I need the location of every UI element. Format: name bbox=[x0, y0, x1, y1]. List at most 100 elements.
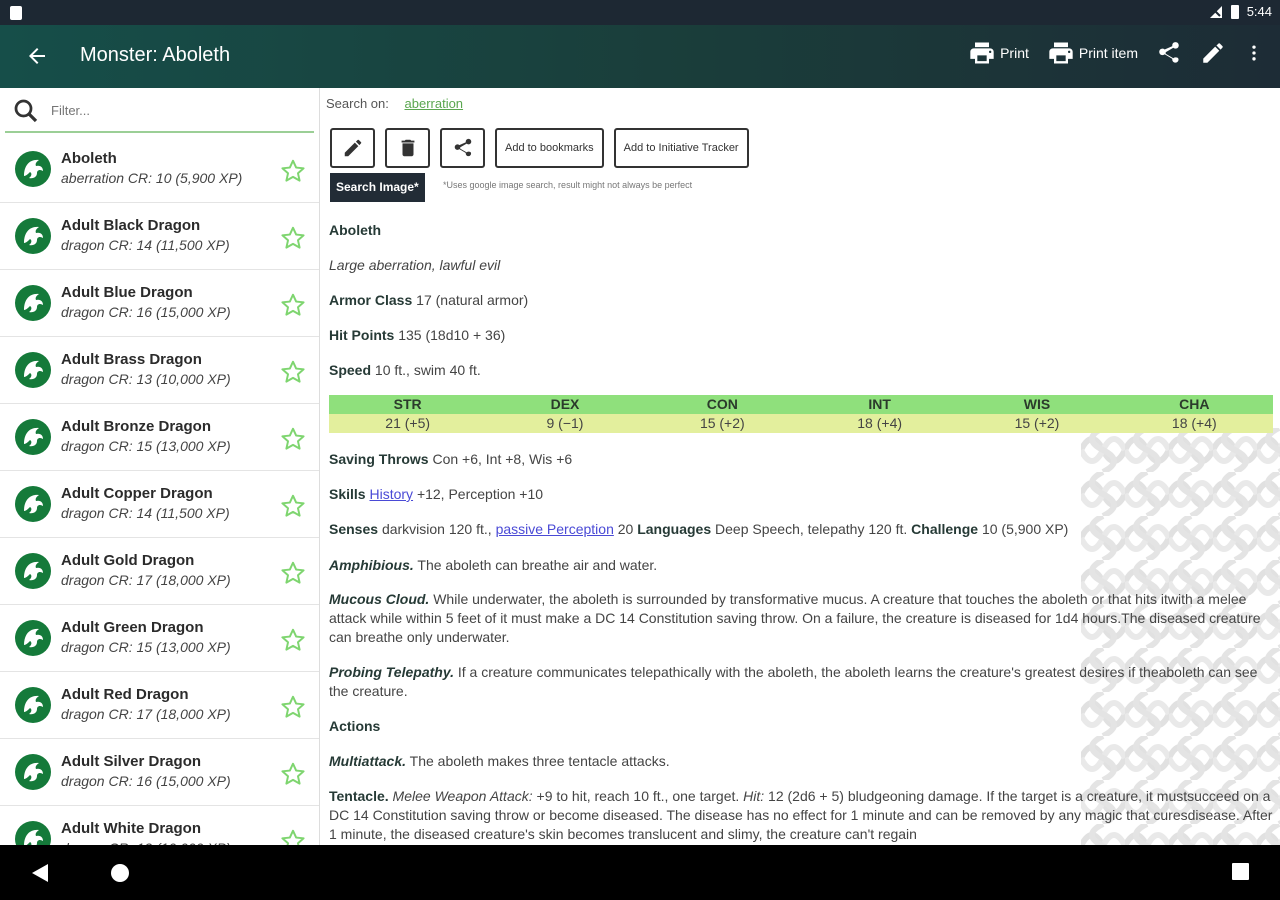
monster-cr-label: dragon CR: 17 (18,000 XP) bbox=[61, 572, 231, 588]
favorite-star-icon[interactable] bbox=[280, 225, 306, 251]
page-title: Monster: Aboleth bbox=[80, 44, 231, 66]
status-time: 5:44 bbox=[1246, 4, 1272, 19]
trait-probing-telepathy: Probing Telepathy. If a creature communi… bbox=[329, 664, 1258, 699]
ability-value-cell: 21 (+5) bbox=[385, 415, 431, 431]
status-bar: 5:44 bbox=[0, 0, 1280, 25]
print-item-button[interactable]: Print item bbox=[1047, 39, 1138, 67]
printer-icon bbox=[970, 42, 994, 64]
monster-cr-label: dragon CR: 14 (11,500 XP) bbox=[61, 237, 230, 253]
skills: Skills History +12, Perception +10 bbox=[329, 486, 544, 502]
search-image-button[interactable]: Search Image* bbox=[330, 173, 425, 202]
monster-name-label: Adult Black Dragon bbox=[61, 217, 201, 234]
ability-value-cell: 15 (+2) bbox=[699, 415, 745, 431]
overflow-menu-button[interactable] bbox=[1244, 40, 1264, 66]
monster-name: Aboleth bbox=[329, 222, 382, 238]
delete-monster-button[interactable] bbox=[385, 128, 430, 168]
monster-list-item[interactable]: Adult White Dragondragon CR: 13 (10,000 … bbox=[0, 806, 319, 845]
monster-list-item[interactable]: Adult Green Dragon dragon CR: 15 (13,000 … bbox=[0, 605, 319, 672]
nav-recents-icon[interactable] bbox=[1232, 863, 1249, 880]
monster-name-label: Adult Green Dragon bbox=[61, 619, 204, 636]
trait-mucous-cloud: Mucous Cloud. While underwater, the abol… bbox=[329, 591, 1261, 645]
back-arrow-icon[interactable] bbox=[22, 41, 52, 71]
pencil-icon bbox=[1203, 43, 1223, 63]
status-icons: 5:44 bbox=[1209, 4, 1272, 19]
ability-header-cell: WIS bbox=[1023, 396, 1051, 412]
favorite-star-icon[interactable] bbox=[280, 292, 306, 318]
saving-throws: Saving Throws Con +6, Int +8, Wis +6 bbox=[329, 451, 573, 467]
ability-header-row: STR DEX CON INT WIS CHA bbox=[329, 395, 1273, 414]
dragon-avatar-icon bbox=[15, 687, 51, 723]
passive-perception-link[interactable]: passive Perception bbox=[496, 521, 614, 537]
search-image-note: *Uses google image search, result might … bbox=[443, 180, 693, 190]
monster-cr-label: dragon CR: 15 (13,000 XP) bbox=[61, 639, 231, 655]
share-monster-button[interactable] bbox=[440, 128, 485, 168]
monster-list-item[interactable]: Aboleth aberration CR: 10 (5,900 XP) bbox=[0, 136, 319, 203]
monster-list-item[interactable]: Adult Red Dragon dragon CR: 17 (18,000 XP… bbox=[0, 672, 319, 739]
monster-name-label: Adult Blue Dragon bbox=[61, 284, 193, 301]
dragon-avatar-icon bbox=[15, 486, 51, 522]
monster-name-label: Adult Gold Dragon bbox=[61, 552, 195, 569]
favorite-star-icon[interactable] bbox=[280, 426, 306, 452]
monster-cr-label: dragon CR: 16 (15,000 XP) bbox=[61, 773, 231, 789]
monster-cr-label: dragon CR: 16 (15,000 XP) bbox=[61, 304, 231, 320]
favorite-star-icon[interactable] bbox=[280, 694, 306, 720]
nav-home-icon[interactable] bbox=[110, 863, 130, 883]
nav-back-icon[interactable] bbox=[31, 863, 49, 883]
speed: Speed 10 ft., swim 40 ft. bbox=[329, 362, 481, 378]
pencil-icon bbox=[344, 139, 361, 157]
add-initiative-button[interactable]: Add to Initiative Tracker bbox=[613, 128, 749, 168]
print-label: Print bbox=[1000, 45, 1029, 61]
filter-input[interactable] bbox=[51, 103, 301, 118]
share-button[interactable] bbox=[1156, 40, 1182, 66]
monster-list-item[interactable]: Adult Gold Dragon dragon CR: 17 (18,000 X… bbox=[0, 538, 319, 605]
monster-name-label: Aboleth bbox=[61, 150, 117, 167]
favorite-star-icon[interactable] bbox=[280, 158, 306, 184]
monster-type: Large aberration, lawful evil bbox=[329, 257, 501, 273]
more-vert-icon bbox=[1252, 45, 1256, 61]
ability-header-cell: INT bbox=[868, 396, 891, 412]
search-on-link[interactable]: aberration bbox=[405, 96, 464, 111]
system-nav-bar bbox=[0, 845, 1280, 900]
favorite-star-icon[interactable] bbox=[280, 828, 306, 845]
favorite-star-icon[interactable] bbox=[280, 560, 306, 586]
monster-list-item[interactable]: Adult Silver Dragon dragon CR: 16 (15,000… bbox=[0, 739, 319, 806]
monster-name-label: Adult Bronze Dragon bbox=[61, 418, 211, 435]
search-on-row: Search on: aberration bbox=[326, 96, 463, 111]
favorite-star-icon[interactable] bbox=[280, 627, 306, 653]
favorite-star-icon[interactable] bbox=[280, 493, 306, 519]
dragon-avatar-icon bbox=[15, 553, 51, 589]
ability-header-cell: CON bbox=[706, 396, 738, 412]
monster-list-item[interactable]: Adult Brass Dragon dragon CR: 13 (10,000 … bbox=[0, 337, 319, 404]
filter-bar bbox=[5, 88, 314, 133]
monster-name-label: Adult Silver Dragon bbox=[61, 753, 202, 770]
monster-cr-label: dragon CR: 14 (11,500 XP) bbox=[61, 505, 230, 521]
dragon-avatar-icon bbox=[15, 620, 51, 656]
ability-scores-table: STR DEX CON INT WIS CHA 21 (+5) 9 (−1) 15 (+2) 1… bbox=[329, 395, 1273, 433]
add-bookmark-button[interactable]: Add to bookmarks bbox=[495, 128, 604, 168]
favorite-star-icon[interactable] bbox=[280, 761, 306, 787]
monster-list-item[interactable]: Adult Copper Dragon dragon CR: 14 (11,500… bbox=[0, 471, 319, 538]
printer-icon bbox=[1049, 42, 1073, 64]
ability-header-cell: DEX bbox=[550, 396, 580, 412]
monster-list-item[interactable]: Adult Black Dragon dragon CR: 14 (11,500 … bbox=[0, 203, 319, 270]
dragon-avatar-icon bbox=[15, 352, 51, 388]
print-item-label: Print item bbox=[1078, 45, 1138, 61]
favorite-star-icon[interactable] bbox=[280, 359, 306, 385]
monster-name-label: Adult Brass Dragon bbox=[61, 351, 202, 368]
dragon-avatar-icon bbox=[15, 285, 51, 321]
print-button[interactable]: Print bbox=[968, 39, 1029, 67]
ability-value-cell: 18 (+4) bbox=[1171, 415, 1217, 431]
ability-value-cell: 9 (−1) bbox=[546, 415, 584, 431]
history-link[interactable]: History bbox=[369, 486, 413, 502]
edit-monster-button[interactable] bbox=[330, 128, 375, 168]
monster-list-item[interactable]: Adult Blue Dragon dragon CR: 16 (15,000 X… bbox=[0, 270, 319, 337]
edit-button[interactable] bbox=[1200, 40, 1226, 66]
ability-value-cell: 18 (+4) bbox=[857, 415, 903, 431]
dragon-avatar-icon bbox=[15, 754, 51, 790]
dragon-avatar-icon bbox=[15, 151, 51, 187]
share-icon bbox=[454, 138, 471, 157]
ability-value-cell: 15 (+2) bbox=[1014, 415, 1060, 431]
monster-list-item[interactable]: Adult Bronze Dragon dragon CR: 15 (13,000… bbox=[0, 404, 319, 471]
search-icon bbox=[14, 99, 38, 123]
trait-amphibious: Amphibious. The aboleth can breathe air … bbox=[329, 557, 658, 573]
